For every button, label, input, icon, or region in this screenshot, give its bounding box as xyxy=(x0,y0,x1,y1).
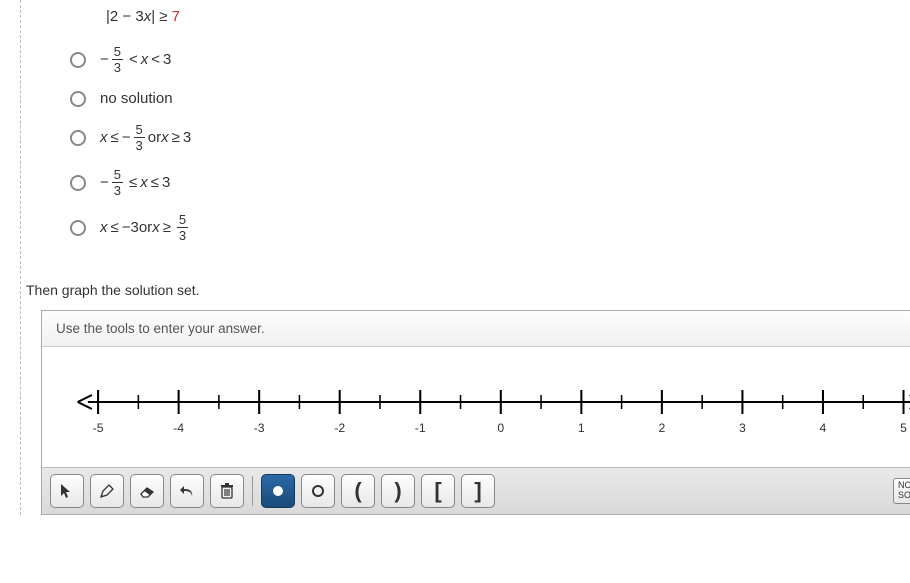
option-2[interactable]: no solution xyxy=(56,84,910,117)
svg-text:4: 4 xyxy=(820,421,827,435)
open-bracket-tool[interactable]: [ xyxy=(421,474,455,508)
svg-text:-1: -1 xyxy=(415,421,426,435)
radio-icon[interactable] xyxy=(70,52,86,68)
undo-tool[interactable] xyxy=(170,474,204,508)
svg-text:0: 0 xyxy=(497,421,504,435)
problem-inequality: |2 − 3x| ≥ 7 xyxy=(56,0,910,39)
option-label: − 53 < x < 3 xyxy=(100,45,171,74)
delete-tool[interactable] xyxy=(210,474,244,508)
closed-point-tool[interactable] xyxy=(261,474,295,508)
pencil-tool[interactable] xyxy=(90,474,124,508)
radio-icon[interactable] xyxy=(70,130,86,146)
option-label: x ≤ − 53 or x ≥ 3 xyxy=(100,123,191,152)
radio-icon[interactable] xyxy=(70,175,86,191)
open-paren-tool[interactable]: ( xyxy=(341,474,375,508)
svg-text:-4: -4 xyxy=(173,421,184,435)
graph-prompt: Then graph the solution set. xyxy=(26,252,910,310)
svg-text:2: 2 xyxy=(658,421,665,435)
toolbar-divider xyxy=(252,476,253,506)
fraction: 53 xyxy=(177,213,188,242)
no-solution-button[interactable]: NO SOL xyxy=(893,478,910,504)
option-label: no solution xyxy=(100,90,173,107)
radio-icon[interactable] xyxy=(70,220,86,236)
toolbar: ( ) [ ] NO SOL xyxy=(42,467,910,514)
svg-text:1: 1 xyxy=(578,421,585,435)
fraction: 53 xyxy=(112,168,123,197)
graph-panel: Use the tools to enter your answer. -5 -4… xyxy=(41,310,910,515)
numberline[interactable]: -5 -4 -3 -2 -1 0 1 2 3 4 5 xyxy=(42,347,910,467)
svg-text:3: 3 xyxy=(739,421,746,435)
close-bracket-tool[interactable]: ] xyxy=(461,474,495,508)
option-label: − 53 ≤ x ≤ 3 xyxy=(100,168,170,197)
open-point-tool[interactable] xyxy=(301,474,335,508)
option-1[interactable]: − 53 < x < 3 xyxy=(56,39,910,84)
svg-text:-2: -2 xyxy=(334,421,345,435)
pointer-tool[interactable] xyxy=(50,474,84,508)
fraction: 53 xyxy=(134,123,145,152)
option-3[interactable]: x ≤ − 53 or x ≥ 3 xyxy=(56,117,910,162)
svg-text:-5: -5 xyxy=(93,421,104,435)
option-4[interactable]: − 53 ≤ x ≤ 3 xyxy=(56,162,910,207)
svg-text:-3: -3 xyxy=(254,421,265,435)
svg-text:5: 5 xyxy=(900,421,907,435)
close-paren-tool[interactable]: ) xyxy=(381,474,415,508)
option-5[interactable]: x ≤ −3 or x ≥ 53 xyxy=(56,207,910,252)
radio-icon[interactable] xyxy=(70,91,86,107)
option-label: x ≤ −3 or x ≥ 53 xyxy=(100,213,191,242)
eraser-tool[interactable] xyxy=(130,474,164,508)
fraction: 53 xyxy=(112,45,123,74)
graph-header: Use the tools to enter your answer. xyxy=(42,311,910,347)
